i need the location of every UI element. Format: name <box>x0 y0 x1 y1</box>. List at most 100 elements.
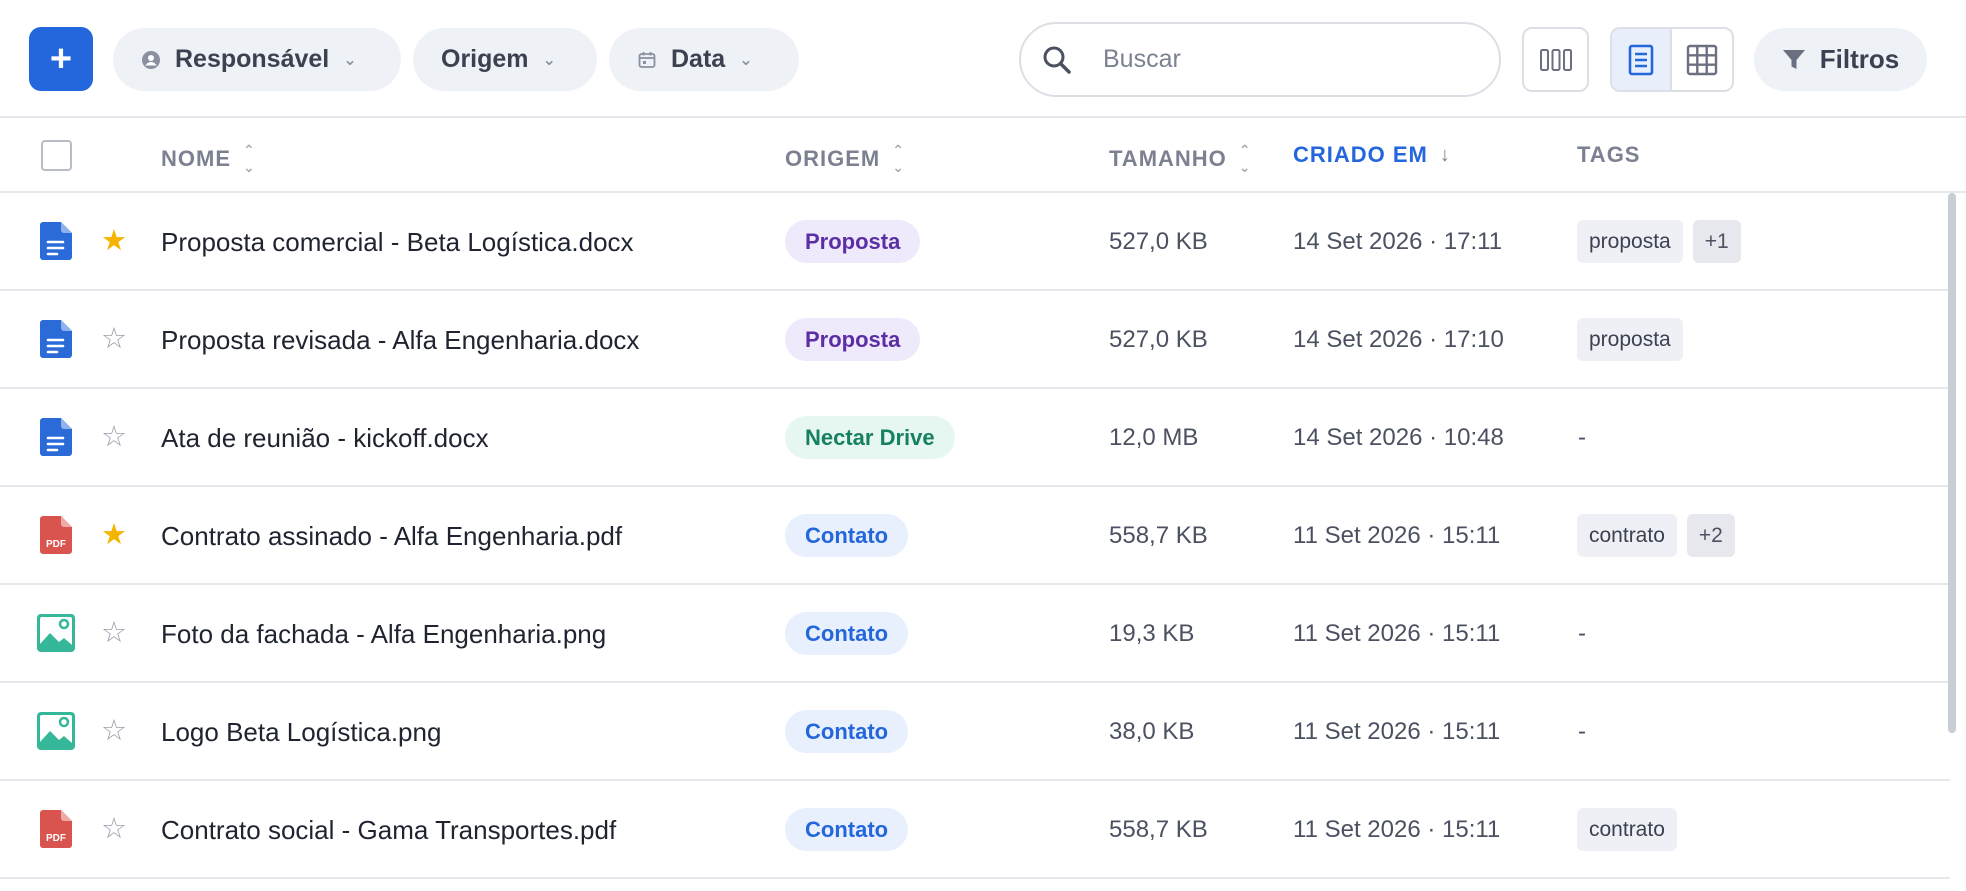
column-nome[interactable]: NOME ⌃ ⌄ <box>161 142 255 176</box>
created-date: 11 Set 2026 · 15:11 <box>1293 718 1501 745</box>
star-icon[interactable]: ★ <box>101 518 127 552</box>
created-date: 14 Set 2026 · 10:48 <box>1293 424 1504 451</box>
origin-badge: Contato <box>785 612 909 655</box>
star-icon[interactable]: ☆ <box>101 714 127 748</box>
tag-chip[interactable]: proposta <box>1577 318 1683 361</box>
sort-icon: ⌃ ⌄ <box>243 142 255 175</box>
tag-list: contrato +2 <box>1577 514 1735 557</box>
table-row[interactable]: ☆ Foto da fachada - Alfa Engenharia.png Co… <box>0 585 1950 683</box>
file-size: 527,0 KB <box>1109 326 1208 353</box>
search-box <box>1019 22 1501 97</box>
table-header: NOME ⌃ ⌄ ORIGEM ⌃ ⌄ TAMANHO ⌃ ⌄ CRIADO EM ↓… <box>0 120 1966 193</box>
search-input[interactable] <box>1103 45 1483 74</box>
calendar-icon <box>638 51 656 68</box>
created-date: 14 Set 2026 · 17:10 <box>1293 326 1504 353</box>
more-tags-chip[interactable]: +2 <box>1686 514 1735 557</box>
file-size: 527,0 KB <box>1109 228 1208 255</box>
table-row[interactable]: PDF ★ Contrato assinado - Alfa Engenharia.… <box>0 487 1950 585</box>
created-date: 11 Set 2026 · 15:11 <box>1293 620 1501 647</box>
grid-view-icon <box>1686 44 1718 75</box>
star-icon[interactable]: ☆ <box>101 322 127 356</box>
filter-responsavel[interactable]: Responsável ⌄ <box>113 28 401 91</box>
star-icon[interactable]: ★ <box>101 224 127 258</box>
more-tags-chip[interactable]: +1 <box>1692 220 1741 263</box>
filters-button[interactable]: Filtros <box>1754 28 1927 91</box>
file-size: 558,7 KB <box>1109 816 1208 843</box>
no-tags: - <box>1578 424 1586 451</box>
column-origem[interactable]: ORIGEM ⌃ ⌄ <box>785 142 904 176</box>
table-row[interactable]: ★ Proposta comercial - Beta Logística.doc… <box>0 193 1950 291</box>
star-icon[interactable]: ☆ <box>101 420 127 454</box>
columns-button[interactable] <box>1522 27 1589 92</box>
file-name[interactable]: Foto da fachada - Alfa Engenharia.png <box>161 619 606 650</box>
column-tags: TAGS <box>1577 142 1640 168</box>
chevron-down-icon: ⌄ <box>542 51 556 69</box>
file-name[interactable]: Ata de reunião - kickoff.docx <box>161 423 489 454</box>
toolbar: + Responsável ⌄ Origem ⌄ Data ⌄ Filtros <box>0 0 1966 118</box>
image-file-icon <box>37 614 75 652</box>
sort-icon: ⌃ ⌄ <box>892 142 904 175</box>
origin-badge: Contato <box>785 808 909 851</box>
file-name[interactable]: Contrato assinado - Alfa Engenharia.pdf <box>161 521 622 552</box>
file-size: 19,3 KB <box>1109 620 1195 647</box>
table-row[interactable]: ☆ Ata de reunião - kickoff.docx Nectar Dri… <box>0 389 1950 487</box>
chevron-down-icon: ⌄ <box>739 51 753 69</box>
created-date: 11 Set 2026 · 15:11 <box>1293 522 1501 549</box>
pdf-icon-label: PDF <box>46 539 66 550</box>
pdf-file-icon: PDF <box>40 810 72 848</box>
filter-data[interactable]: Data ⌄ <box>609 28 799 91</box>
search-icon <box>1043 46 1071 74</box>
scrollbar[interactable] <box>1948 193 1956 733</box>
origin-badge: Nectar Drive <box>785 416 955 459</box>
grid-view-button[interactable] <box>1672 29 1732 90</box>
origin-badge: Contato <box>785 710 909 753</box>
file-size: 558,7 KB <box>1109 522 1208 549</box>
doc-file-icon <box>40 222 72 260</box>
select-all-checkbox[interactable] <box>41 140 72 171</box>
table-row[interactable]: ☆ Logo Beta Logística.png Contato 38,0 KB 11… <box>0 683 1950 781</box>
image-file-icon <box>37 712 75 750</box>
column-nome-label: NOME <box>161 146 231 171</box>
table-row[interactable]: PDF ☆ Contrato social - Gama Transportes.p… <box>0 781 1950 879</box>
star-icon[interactable]: ☆ <box>101 812 127 846</box>
tag-list: proposta <box>1577 318 1683 361</box>
file-name[interactable]: Contrato social - Gama Transportes.pdf <box>161 815 616 846</box>
sort-desc-icon: ↓ <box>1439 143 1450 166</box>
doc-file-icon <box>40 418 72 456</box>
column-tags-label: TAGS <box>1577 142 1641 167</box>
list-view-button[interactable] <box>1612 29 1672 90</box>
file-size: 38,0 KB <box>1109 718 1195 745</box>
star-icon[interactable]: ☆ <box>101 616 127 650</box>
column-criado-em[interactable]: CRIADO EM ↓ <box>1293 142 1450 168</box>
no-tags: - <box>1578 718 1586 745</box>
column-tamanho[interactable]: TAMANHO ⌃ ⌄ <box>1109 142 1251 176</box>
pdf-icon-label: PDF <box>46 833 66 844</box>
origin-badge: Proposta <box>785 318 921 361</box>
origin-badge: Contato <box>785 514 909 557</box>
column-criado-em-label: CRIADO EM <box>1293 142 1428 167</box>
sort-icon: ⌃ ⌄ <box>1238 142 1251 175</box>
file-size: 12,0 MB <box>1109 424 1199 451</box>
tag-chip[interactable]: contrato <box>1577 808 1677 851</box>
tag-chip[interactable]: contrato <box>1577 514 1677 557</box>
tag-list: contrato <box>1577 808 1677 851</box>
filter-origem-label: Origem <box>441 45 529 73</box>
doc-file-icon <box>40 320 72 358</box>
filter-icon <box>1782 49 1805 69</box>
filter-origem[interactable]: Origem ⌄ <box>413 28 597 91</box>
add-button[interactable]: + <box>29 27 93 91</box>
column-tamanho-label: TAMANHO <box>1109 146 1227 171</box>
plus-icon: + <box>49 37 73 80</box>
created-date: 11 Set 2026 · 15:11 <box>1293 816 1501 843</box>
table-row[interactable]: ☆ Proposta revisada - Alfa Engenharia.doc… <box>0 291 1950 389</box>
tag-chip[interactable]: proposta <box>1577 220 1683 263</box>
chevron-down-icon: ⌄ <box>343 51 357 69</box>
list-view-icon <box>1628 44 1654 75</box>
file-name[interactable]: Logo Beta Logística.png <box>161 717 441 748</box>
file-name[interactable]: Proposta revisada - Alfa Engenharia.docx <box>161 325 639 356</box>
origin-badge: Proposta <box>785 220 921 263</box>
columns-icon <box>1539 48 1572 71</box>
view-toggle <box>1610 27 1734 92</box>
column-origem-label: ORIGEM <box>785 146 881 171</box>
file-name[interactable]: Proposta comercial - Beta Logística.docx <box>161 227 634 258</box>
